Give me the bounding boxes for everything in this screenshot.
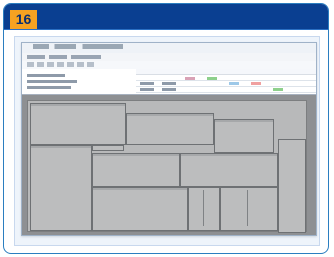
cell-placeholder — [27, 74, 65, 77]
application-window — [21, 42, 317, 236]
layout-panel[interactable] — [188, 187, 220, 231]
menu-item-edit[interactable] — [49, 55, 67, 59]
column-header[interactable] — [136, 69, 159, 75]
panel-bar — [31, 146, 91, 148]
panel-bar — [215, 120, 273, 122]
print-icon[interactable] — [47, 62, 54, 67]
highlight-cell — [207, 77, 217, 80]
tutorial-step-card: 16 — [0, 0, 334, 257]
sheet-right-pane — [136, 69, 316, 94]
layout-panel[interactable] — [278, 139, 306, 233]
toolbar — [22, 61, 316, 69]
highlight-cell — [273, 88, 283, 91]
step-header: 16 — [4, 4, 328, 30]
cell-placeholder — [27, 80, 77, 83]
cell-placeholder — [162, 82, 176, 85]
highlight-cell — [229, 82, 239, 85]
menu-bar — [22, 53, 316, 61]
cut-icon[interactable] — [57, 62, 64, 67]
layout-panel[interactable] — [92, 187, 188, 231]
menu-item-file[interactable] — [27, 55, 45, 59]
sheet-row-line — [136, 92, 316, 93]
sheet-left-pane — [22, 69, 136, 94]
panel-bar — [93, 154, 179, 156]
layout-panel[interactable] — [30, 145, 92, 231]
card-frame: 16 — [3, 3, 329, 254]
window-title — [33, 44, 123, 49]
layout-panel[interactable] — [92, 153, 180, 187]
layout-panel[interactable] — [30, 103, 126, 145]
highlight-cell — [185, 77, 195, 80]
panel-bar — [31, 104, 125, 106]
column-header[interactable] — [180, 69, 203, 75]
layout-panel[interactable] — [214, 119, 274, 153]
panel-divider — [247, 190, 248, 226]
cell-placeholder — [140, 88, 154, 91]
menu-item-view[interactable] — [71, 55, 101, 59]
layout-canvas — [27, 100, 307, 233]
column-header[interactable] — [224, 69, 247, 75]
column-header[interactable] — [202, 69, 225, 75]
save-icon[interactable] — [37, 62, 44, 67]
panel-divider — [203, 190, 204, 226]
spreadsheet-area — [22, 69, 316, 95]
layout-panel[interactable] — [180, 153, 278, 187]
column-header[interactable] — [158, 69, 181, 75]
paste-icon[interactable] — [77, 62, 84, 67]
column-header[interactable] — [268, 69, 316, 75]
panel-bar — [127, 114, 213, 116]
layout-panel[interactable] — [92, 145, 124, 151]
panel-bar — [181, 154, 277, 156]
cell-placeholder — [140, 82, 154, 85]
panel-bar — [93, 188, 187, 190]
copy-icon[interactable] — [67, 62, 74, 67]
sheet-row-line — [136, 80, 316, 81]
layout-panel[interactable] — [126, 113, 214, 145]
step-number-badge: 16 — [10, 10, 37, 29]
zoom-icon[interactable] — [87, 62, 94, 67]
file-icon[interactable] — [27, 62, 34, 67]
sheet-row-line — [136, 86, 316, 87]
column-header[interactable] — [246, 69, 269, 75]
highlight-cell — [251, 82, 261, 85]
cell-placeholder — [162, 88, 176, 91]
layout-workspace — [22, 95, 316, 235]
cell-placeholder — [27, 86, 71, 89]
layout-panel[interactable] — [220, 187, 278, 231]
